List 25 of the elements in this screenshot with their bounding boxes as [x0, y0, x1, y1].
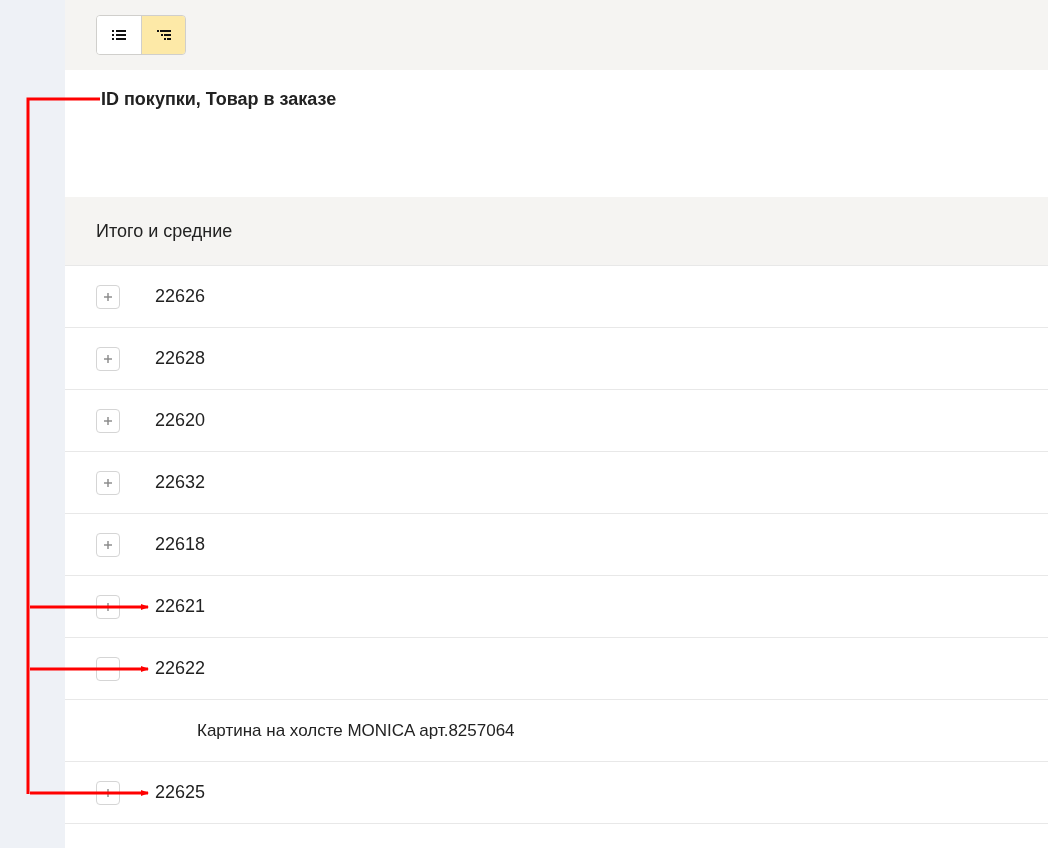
row-label: 22621 [155, 596, 206, 617]
expand-button[interactable] [96, 346, 120, 371]
plus-icon [103, 291, 113, 302]
list-icon [112, 30, 126, 40]
row-label: 22622 [155, 658, 206, 679]
list-view-button[interactable] [97, 16, 141, 54]
plus-icon [103, 415, 113, 426]
expand-button[interactable] [96, 284, 120, 309]
row-label: 22628 [155, 348, 206, 369]
row-label: 22618 [155, 534, 206, 555]
expand-button[interactable] [96, 408, 120, 433]
row-label: 22626 [155, 286, 206, 307]
product-label: Картина на холсте MONICA арт.8257064 [196, 720, 515, 741]
row-label: 22620 [155, 410, 206, 431]
tree-view-button[interactable] [141, 16, 185, 54]
column-header: ID покупки, Товар в заказе [101, 89, 337, 109]
plus-icon [103, 477, 113, 488]
totals-label: Итого и средние [96, 220, 233, 242]
row-label: 22625 [155, 782, 206, 803]
expand-button[interactable] [96, 532, 120, 557]
tree-list-icon [156, 30, 171, 40]
plus-icon [103, 539, 113, 550]
expand-button[interactable] [96, 470, 120, 495]
row-label: 22632 [155, 472, 206, 493]
plus-icon [103, 353, 113, 364]
